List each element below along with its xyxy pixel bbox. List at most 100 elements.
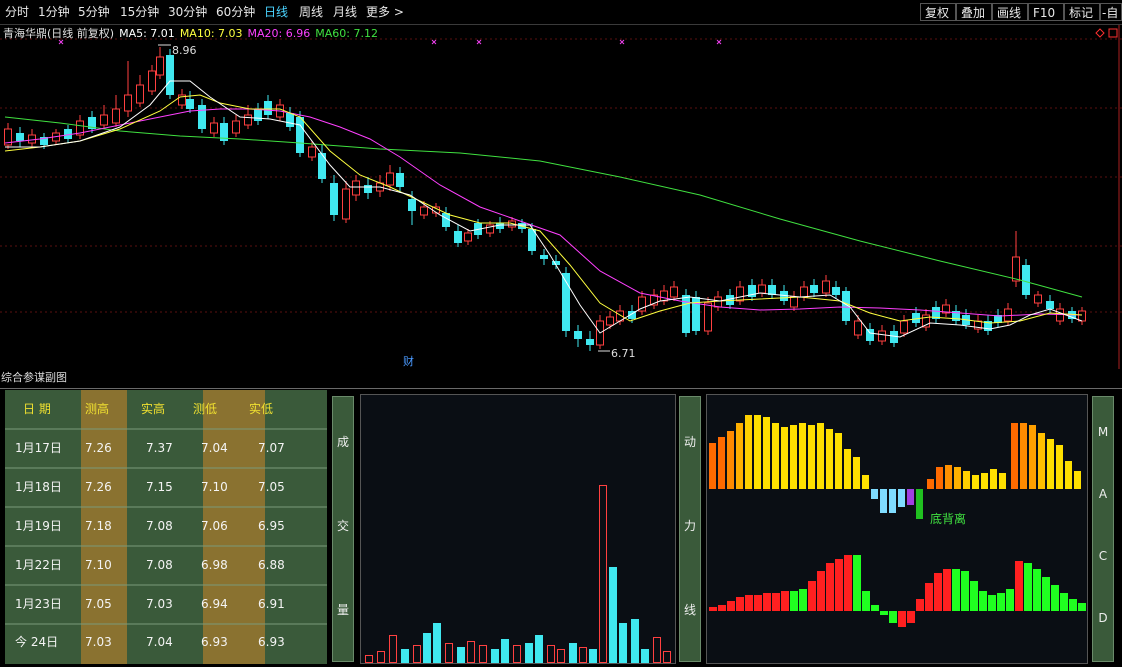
candle-body (1046, 301, 1054, 309)
f10-button[interactable]: F10 (1028, 3, 1064, 21)
tab-fenshi[interactable]: 分时 (5, 4, 29, 20)
volume-bar (599, 485, 607, 663)
candle-body (386, 172, 394, 186)
candle-body (540, 255, 548, 259)
table-cell: 7.06 (201, 519, 228, 533)
volume-bar (589, 649, 597, 663)
tab-30min[interactable]: 30分钟 (168, 4, 207, 20)
table-cell: 6.95 (258, 519, 285, 533)
candle-body (866, 329, 874, 341)
forecast-table: 日 期 测高 实高 测低 实低 1月17日 7.26 7.37 7.04 7.0… (5, 390, 327, 664)
table-cell: 7.08 (146, 558, 173, 572)
momentum-bar (1011, 423, 1018, 489)
volume-bar (557, 649, 565, 663)
momentum-bar (763, 417, 770, 489)
volume-bar (479, 645, 487, 663)
table-cell: 7.26 (85, 441, 112, 455)
candle-body (364, 185, 372, 193)
tab-60min[interactable]: 60分钟 (216, 4, 255, 20)
table-cell: 1月23日 (15, 597, 62, 611)
tab-15min[interactable]: 15分钟 (120, 4, 159, 20)
momentum-bar (772, 423, 779, 489)
macd-bar (772, 593, 780, 611)
macd-bar (1033, 569, 1041, 611)
macd-bar (718, 605, 726, 611)
table-cell: 7.26 (85, 480, 112, 494)
momentum-line-button[interactable]: 动 力 线 (679, 396, 701, 662)
volume-button[interactable]: 成 交 量 (332, 396, 354, 662)
volume-bar (609, 567, 617, 663)
finance-marker[interactable]: 财 (403, 354, 414, 368)
momentum-bar (853, 457, 860, 489)
momentum-bar (1038, 433, 1045, 489)
candle-body (420, 206, 428, 216)
table-cell: 1月18日 (15, 480, 62, 494)
volume-bar (619, 623, 627, 663)
macd-bar (1042, 577, 1050, 611)
macd-bar (817, 571, 825, 611)
volume-bar (401, 649, 409, 663)
volume-bar (547, 645, 555, 663)
overlay-button[interactable]: 叠加 (956, 3, 992, 21)
draw-line-button[interactable]: 画线 (992, 3, 1028, 21)
momentum-bar (844, 449, 851, 489)
tab-more[interactable]: 更多 > (366, 4, 404, 20)
candle-body (352, 180, 360, 196)
volume-bar (423, 633, 431, 663)
period-toolbar: 分时 1分钟 5分钟 15分钟 30分钟 60分钟 日线 周线 月线 更多 > … (0, 0, 1122, 25)
candle-body (124, 94, 132, 112)
table-cell: 7.10 (85, 558, 112, 572)
tab-weekly[interactable]: 周线 (299, 4, 323, 20)
fuquan-button[interactable]: 复权 (920, 3, 956, 21)
auto-button[interactable]: -自 (1100, 3, 1122, 21)
tab-daily[interactable]: 日线 (264, 4, 288, 20)
candle-body (264, 101, 272, 115)
momentum-bar (790, 425, 797, 489)
macd-bar (727, 601, 735, 611)
table-cell: 7.15 (146, 480, 173, 494)
candle-body (900, 320, 908, 334)
high-price-label: 8.96 (172, 44, 197, 57)
macd-bar (709, 607, 717, 611)
momentum-chart (706, 394, 1088, 664)
candle-body (156, 56, 164, 76)
volume-bar (569, 643, 577, 663)
macd-bar (853, 555, 861, 611)
table-cell: 7.04 (146, 635, 173, 649)
candle-body (112, 108, 120, 124)
momentum-bar (1020, 423, 1027, 489)
macd-bar (1051, 585, 1059, 611)
kline-chart[interactable]: 8.96 6.71 财 (0, 25, 1122, 369)
macd-bar (1069, 599, 1077, 611)
ma60-label: MA60: 7.12 (315, 27, 378, 40)
tab-5min[interactable]: 5分钟 (78, 4, 110, 20)
volume-bar (377, 651, 385, 663)
macd-bar (763, 593, 771, 611)
candle-body (714, 296, 722, 308)
candle-body (1012, 256, 1020, 282)
candle-body (1034, 294, 1042, 304)
candle-body (166, 55, 174, 95)
candle-body (464, 232, 472, 242)
table-cell: 7.10 (201, 480, 228, 494)
macd-bar (997, 593, 1005, 611)
candle-body (318, 153, 326, 179)
candle-body (682, 295, 690, 333)
low-price-label: 6.71 (611, 347, 636, 360)
tab-1min[interactable]: 1分钟 (38, 4, 70, 20)
macd-bar (979, 591, 987, 611)
momentum-bar (736, 423, 743, 489)
macd-button[interactable]: M A C D (1092, 396, 1114, 662)
momentum-bar (945, 465, 952, 489)
momentum-bar (862, 475, 869, 489)
momentum-bar (889, 489, 896, 513)
mark-button[interactable]: 标记 (1064, 3, 1100, 21)
table-cell: 7.05 (258, 480, 285, 494)
table-cell: 1月22日 (15, 558, 62, 572)
tab-monthly[interactable]: 月线 (333, 4, 357, 20)
candle-body (800, 286, 808, 298)
divergence-label: 底背离 (930, 512, 967, 526)
macd-bar (790, 591, 798, 611)
candle-body (454, 231, 462, 243)
candle-body (342, 188, 350, 220)
